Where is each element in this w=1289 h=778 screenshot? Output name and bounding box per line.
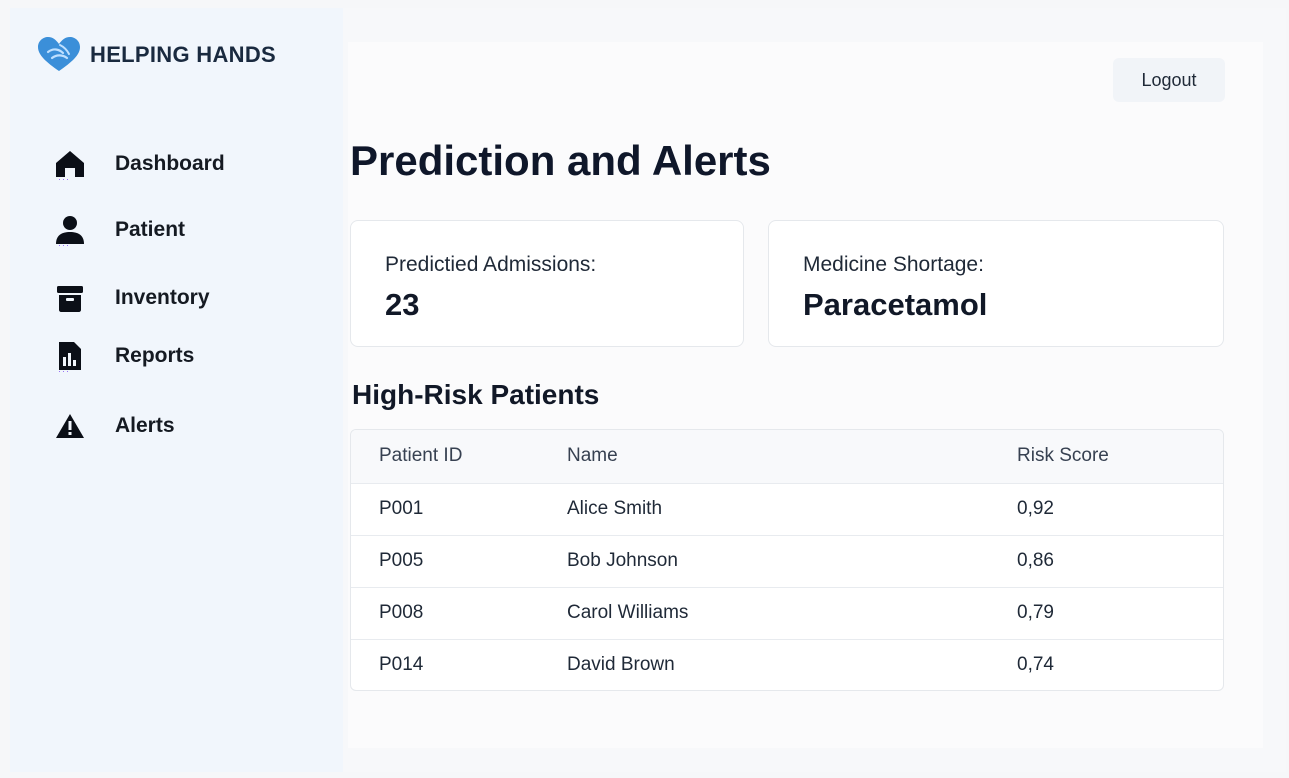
patient-name-cell: Alice Smith [567, 498, 663, 519]
column-header[interactable]: Name [567, 430, 1017, 483]
report-icon: ··· [50, 336, 90, 376]
warning-icon [50, 406, 90, 446]
predicted-admissions-card: Predictied Admissions: 23 [350, 220, 744, 347]
section-title: High-Risk Patients [352, 379, 600, 410]
patient-id-cell: P001 [379, 498, 424, 519]
sidebar-item-alerts[interactable]: Alerts [50, 406, 175, 446]
sidebar-item-patient[interactable]: ··· Patient [50, 210, 185, 250]
brand-logo[interactable]: HELPING HANDS [36, 36, 276, 74]
patient-name-cell: David Brown [567, 654, 675, 676]
patient-id-cell: P008 [379, 602, 424, 623]
patient-id-cell: P014 [379, 654, 424, 676]
card-value: 23 [385, 287, 420, 322]
archive-icon [50, 278, 90, 318]
sidebar-item-label: Reports [115, 344, 195, 367]
patient-id-cell: P005 [379, 550, 424, 571]
sidebar-item-inventory[interactable]: Inventory [50, 278, 210, 318]
table-header-row: Patient ID Name Risk Score [351, 430, 1223, 483]
patient-name-cell: Carol Williams [567, 602, 689, 623]
risk-score-cell: 0,74 [1017, 654, 1054, 676]
card-label: Medicine Shortage: [803, 253, 984, 276]
sidebar-item-label: Inventory [115, 286, 210, 309]
sidebar-item-reports[interactable]: ··· Reports [50, 336, 194, 376]
table-row[interactable]: P008 Carol Williams 0,79 [351, 587, 1223, 639]
table-row[interactable]: P014 David Brown 0,74 [351, 639, 1223, 690]
column-header[interactable]: Risk Score [1017, 430, 1223, 483]
table-row[interactable]: P005 Bob Johnson 0,86 [351, 535, 1223, 587]
page-title: Prediction and Alerts [350, 137, 771, 184]
heart-hands-icon [38, 37, 80, 71]
sidebar-item-dashboard[interactable]: ··· Dashboard [50, 144, 225, 184]
home-icon: ··· [50, 144, 90, 184]
card-value: Paracetamol [803, 287, 988, 322]
card-label: Predictied Admissions: [385, 253, 597, 276]
risk-score-cell: 0,92 [1017, 498, 1054, 519]
high-risk-patients-table: Patient ID Name Risk Score P001 Alice Sm… [350, 429, 1224, 691]
sidebar-item-label: Patient [115, 218, 186, 241]
user-icon: ··· [50, 210, 90, 250]
column-header[interactable]: Patient ID [351, 430, 567, 483]
sidebar-item-label: Dashboard [115, 152, 225, 175]
logout-button[interactable]: Logout [1113, 58, 1225, 102]
sidebar-item-label: Alerts [115, 414, 175, 437]
risk-score-cell: 0,86 [1017, 550, 1054, 571]
table-row[interactable]: P001 Alice Smith 0,92 [351, 483, 1223, 535]
risk-score-cell: 0,79 [1017, 602, 1054, 623]
sidebar: HELPING HANDS ··· Dashboard ··· Patient [10, 8, 343, 772]
brand-name: HELPING HANDS [90, 42, 277, 67]
medicine-shortage-card: Medicine Shortage: Paracetamol [768, 220, 1224, 347]
patient-name-cell: Bob Johnson [567, 550, 678, 571]
